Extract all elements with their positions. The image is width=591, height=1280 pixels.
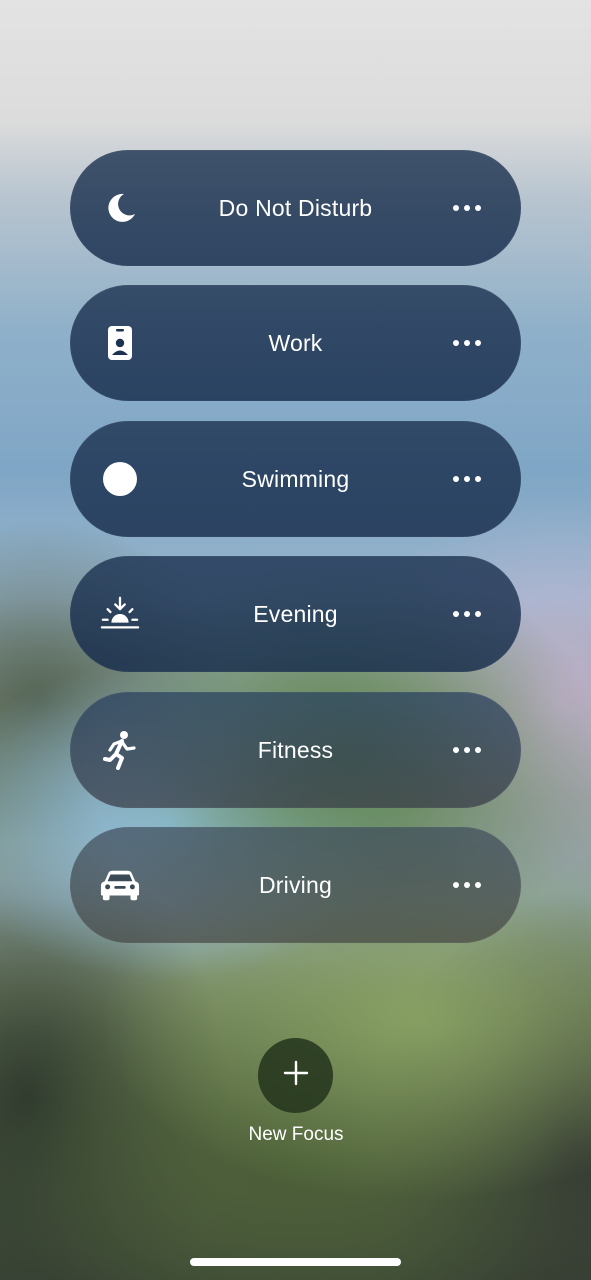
running-figure-icon bbox=[100, 730, 140, 770]
new-focus-button[interactable] bbox=[258, 1038, 333, 1113]
more-options-button[interactable] bbox=[443, 735, 491, 765]
plus-icon bbox=[283, 1060, 309, 1091]
ellipsis-icon bbox=[453, 340, 459, 346]
ellipsis-icon bbox=[453, 882, 459, 888]
ellipsis-icon bbox=[453, 611, 459, 617]
more-options-button[interactable] bbox=[443, 328, 491, 358]
ellipsis-icon bbox=[453, 205, 459, 211]
ellipsis-icon bbox=[453, 747, 459, 753]
new-focus-label: New Focus bbox=[248, 1124, 344, 1145]
id-badge-icon bbox=[100, 323, 140, 363]
focus-row-driving[interactable]: Driving bbox=[70, 827, 521, 943]
more-options-button[interactable] bbox=[443, 464, 491, 494]
focus-row-work[interactable]: Work bbox=[70, 285, 521, 401]
focus-row-evening[interactable]: Evening bbox=[70, 556, 521, 672]
home-indicator[interactable] bbox=[190, 1258, 401, 1266]
more-options-button[interactable] bbox=[443, 870, 491, 900]
more-options-button[interactable] bbox=[443, 599, 491, 629]
circle-icon bbox=[100, 459, 140, 499]
more-options-button[interactable] bbox=[443, 193, 491, 223]
car-icon bbox=[100, 865, 140, 905]
sunset-icon bbox=[100, 594, 140, 634]
ellipsis-icon bbox=[453, 476, 459, 482]
focus-row-swimming[interactable]: Swimming bbox=[70, 421, 521, 537]
focus-row-fitness[interactable]: Fitness bbox=[70, 692, 521, 808]
focus-row-do-not-disturb[interactable]: Do Not Disturb bbox=[70, 150, 521, 266]
moon-icon bbox=[100, 188, 140, 228]
